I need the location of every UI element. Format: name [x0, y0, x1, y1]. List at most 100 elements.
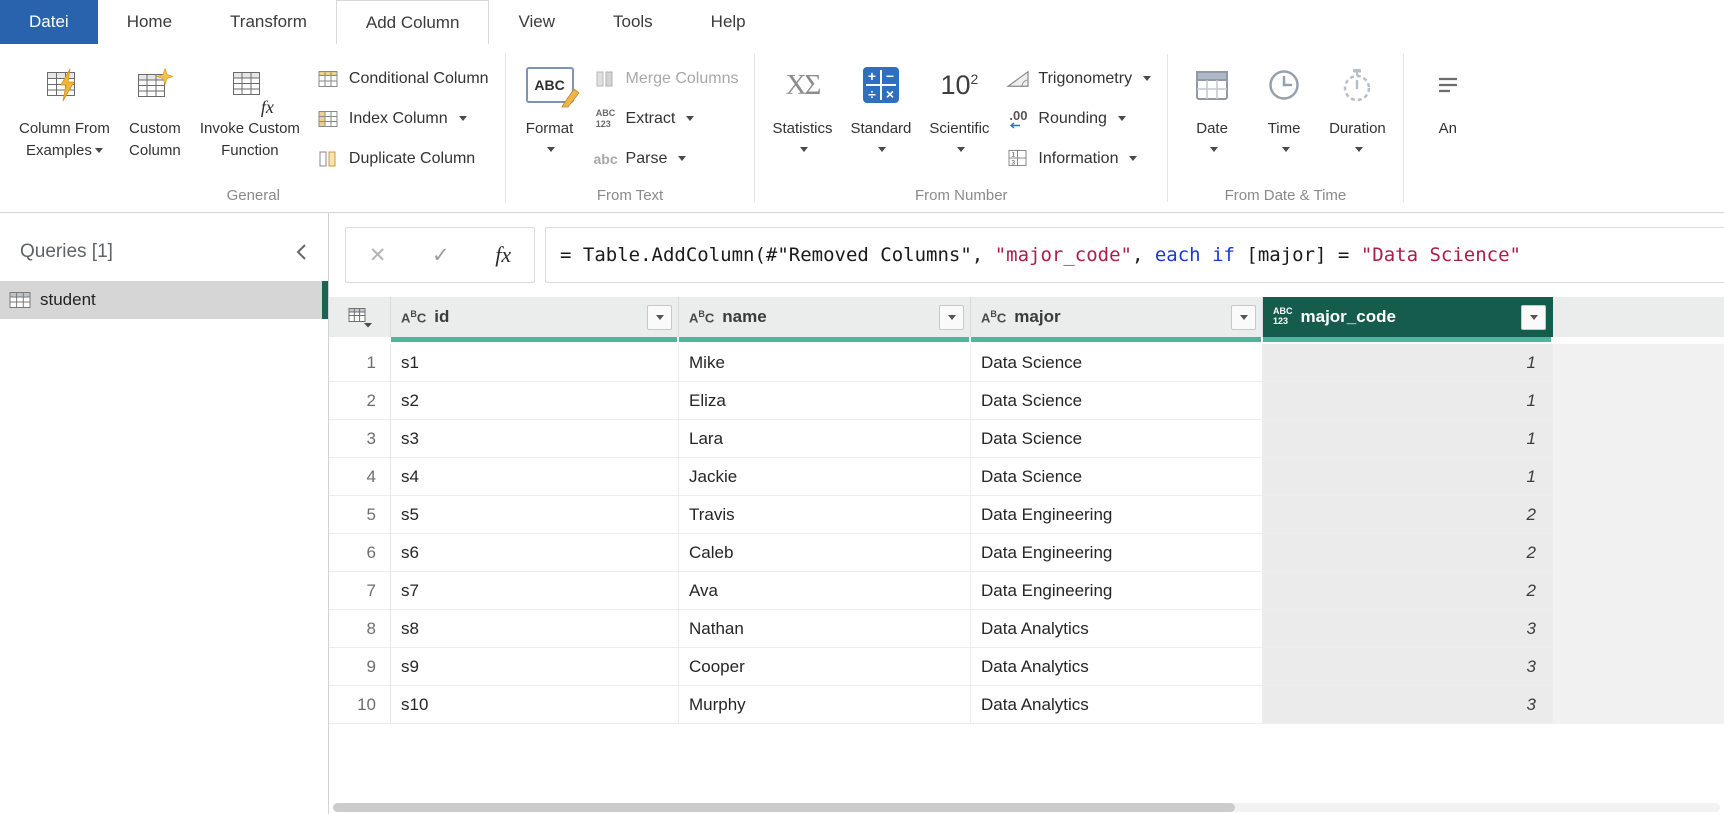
merge-columns-button[interactable]: Merge Columns — [586, 64, 747, 93]
cell-name[interactable]: Travis — [679, 496, 971, 534]
cell-major[interactable]: Data Science — [971, 458, 1263, 496]
tab-add-column[interactable]: Add Column — [336, 0, 490, 44]
cell-major[interactable]: Data Analytics — [971, 610, 1263, 648]
cell-major[interactable]: Data Analytics — [971, 648, 1263, 686]
cell-id[interactable]: s3 — [391, 420, 679, 458]
cell-major-code[interactable]: 3 — [1263, 610, 1553, 648]
tab-view[interactable]: View — [489, 0, 584, 44]
filter-button[interactable] — [647, 305, 672, 330]
cell-name[interactable]: Ava — [679, 572, 971, 610]
cell-id[interactable]: s9 — [391, 648, 679, 686]
cell-id[interactable]: s10 — [391, 686, 679, 724]
cell-id[interactable]: s6 — [391, 534, 679, 572]
index-column-button[interactable]: Index Column — [309, 104, 497, 133]
column-header-name[interactable]: ABC name — [679, 297, 971, 337]
add-step-fx-button[interactable]: fx — [495, 242, 511, 268]
cell-major-code[interactable]: 1 — [1263, 382, 1553, 420]
filter-button[interactable] — [939, 305, 964, 330]
cell-id[interactable]: s4 — [391, 458, 679, 496]
duplicate-column-button[interactable]: Duplicate Column — [309, 144, 497, 173]
scientific-base-glyph: 10 — [940, 70, 970, 100]
standard-button[interactable]: + − ÷ × Standard — [842, 44, 921, 152]
select-all-corner-button[interactable] — [329, 297, 391, 337]
cell-major-code[interactable]: 2 — [1263, 534, 1553, 572]
cell-major[interactable]: Data Analytics — [971, 686, 1263, 724]
commit-formula-button[interactable]: ✓ — [432, 243, 450, 268]
tab-help[interactable]: Help — [682, 0, 775, 44]
custom-column-button[interactable]: Custom Column — [119, 44, 191, 162]
column-header-id[interactable]: ABC id — [391, 297, 679, 337]
cell-name[interactable]: Murphy — [679, 686, 971, 724]
queries-pane-title: Queries [1] — [20, 241, 113, 263]
column-from-examples-button[interactable]: Column From Examples — [10, 44, 119, 162]
invoke-custom-function-button[interactable]: fx Invoke Custom Function — [191, 44, 309, 162]
stopwatch-icon — [1340, 56, 1374, 114]
row-filler — [1553, 458, 1724, 496]
formula-text: = Table.AddColumn(#"Removed Columns", "m… — [560, 244, 1521, 266]
table-fx-icon: fx — [232, 56, 268, 114]
cell-name[interactable]: Cooper — [679, 648, 971, 686]
cell-major-code[interactable]: 3 — [1263, 648, 1553, 686]
cell-id[interactable]: s7 — [391, 572, 679, 610]
cell-major-code[interactable]: 1 — [1263, 344, 1553, 382]
duration-button[interactable]: Duration — [1320, 44, 1395, 152]
cell-id[interactable]: s2 — [391, 382, 679, 420]
cell-id[interactable]: s8 — [391, 610, 679, 648]
filter-button[interactable] — [1521, 305, 1546, 330]
cell-name[interactable]: Jackie — [679, 458, 971, 496]
extract-button[interactable]: ABC 123 Extract — [586, 104, 747, 133]
cell-major[interactable]: Data Engineering — [971, 496, 1263, 534]
cell-major-code[interactable]: 2 — [1263, 496, 1553, 534]
statistics-button[interactable]: ΧΣ Statistics — [763, 44, 841, 152]
tab-transform[interactable]: Transform — [201, 0, 336, 44]
cell-major-code[interactable]: 2 — [1263, 572, 1553, 610]
cell-id[interactable]: s1 — [391, 344, 679, 382]
conditional-column-button[interactable]: Conditional Column — [309, 64, 497, 93]
cell-major[interactable]: Data Science — [971, 420, 1263, 458]
column-header-major-code[interactable]: ABC123 major_code — [1263, 297, 1553, 337]
cell-name[interactable]: Eliza — [679, 382, 971, 420]
horizontal-scrollbar-thumb[interactable] — [333, 803, 1235, 812]
tab-file[interactable]: Datei — [0, 0, 98, 44]
information-button[interactable]: 1 3 Information — [998, 144, 1159, 173]
cell-name[interactable]: Lara — [679, 420, 971, 458]
parse-button[interactable]: abc Parse — [586, 144, 747, 173]
format-button[interactable]: ABC Format — [514, 44, 586, 152]
trigonometry-button[interactable]: Trigonometry — [998, 64, 1159, 93]
cell-major-code[interactable]: 1 — [1263, 458, 1553, 496]
query-name: student — [40, 290, 96, 310]
tab-tools[interactable]: Tools — [584, 0, 682, 44]
cell-name[interactable]: Caleb — [679, 534, 971, 572]
scientific-button[interactable]: 102 Scientific — [920, 44, 998, 152]
filter-button[interactable] — [1231, 305, 1256, 330]
cell-major[interactable]: Data Engineering — [971, 534, 1263, 572]
cancel-formula-button[interactable]: ✕ — [369, 243, 387, 268]
date-label: Date — [1196, 118, 1228, 140]
rounding-button[interactable]: .00 Rounding — [998, 104, 1159, 133]
formula-input[interactable]: = Table.AddColumn(#"Removed Columns", "m… — [545, 227, 1724, 283]
cell-major-code[interactable]: 1 — [1263, 420, 1553, 458]
table-row: 8 s8 Nathan Data Analytics 3 — [329, 610, 1724, 648]
cell-major[interactable]: Data Science — [971, 382, 1263, 420]
quality-segment — [679, 337, 971, 342]
cell-major-code[interactable]: 3 — [1263, 686, 1553, 724]
partial-group-button[interactable]: An — [1412, 44, 1484, 140]
cell-major[interactable]: Data Engineering — [971, 572, 1263, 610]
cell-name[interactable]: Nathan — [679, 610, 971, 648]
collapse-pane-chevron-icon[interactable] — [294, 243, 308, 261]
cell-id[interactable]: s5 — [391, 496, 679, 534]
horizontal-scrollbar[interactable] — [333, 803, 1720, 812]
cell-major[interactable]: Data Science — [971, 344, 1263, 382]
time-button[interactable]: Time — [1248, 44, 1320, 152]
index-column-label: Index Column — [349, 110, 448, 128]
table-row: 5 s5 Travis Data Engineering 2 — [329, 496, 1724, 534]
merge-columns-icon — [594, 70, 618, 88]
invoke-custom-function-label-line2: Function — [221, 142, 279, 159]
cell-name[interactable]: Mike — [679, 344, 971, 382]
dropdown-caret-icon — [1282, 147, 1290, 152]
query-item-student[interactable]: student — [0, 281, 328, 319]
date-button[interactable]: Date — [1176, 44, 1248, 152]
formula-bar: ✕ ✓ fx = Table.AddColumn(#"Removed Colum… — [329, 213, 1724, 297]
column-header-major[interactable]: ABC major — [971, 297, 1263, 337]
tab-home[interactable]: Home — [98, 0, 201, 44]
